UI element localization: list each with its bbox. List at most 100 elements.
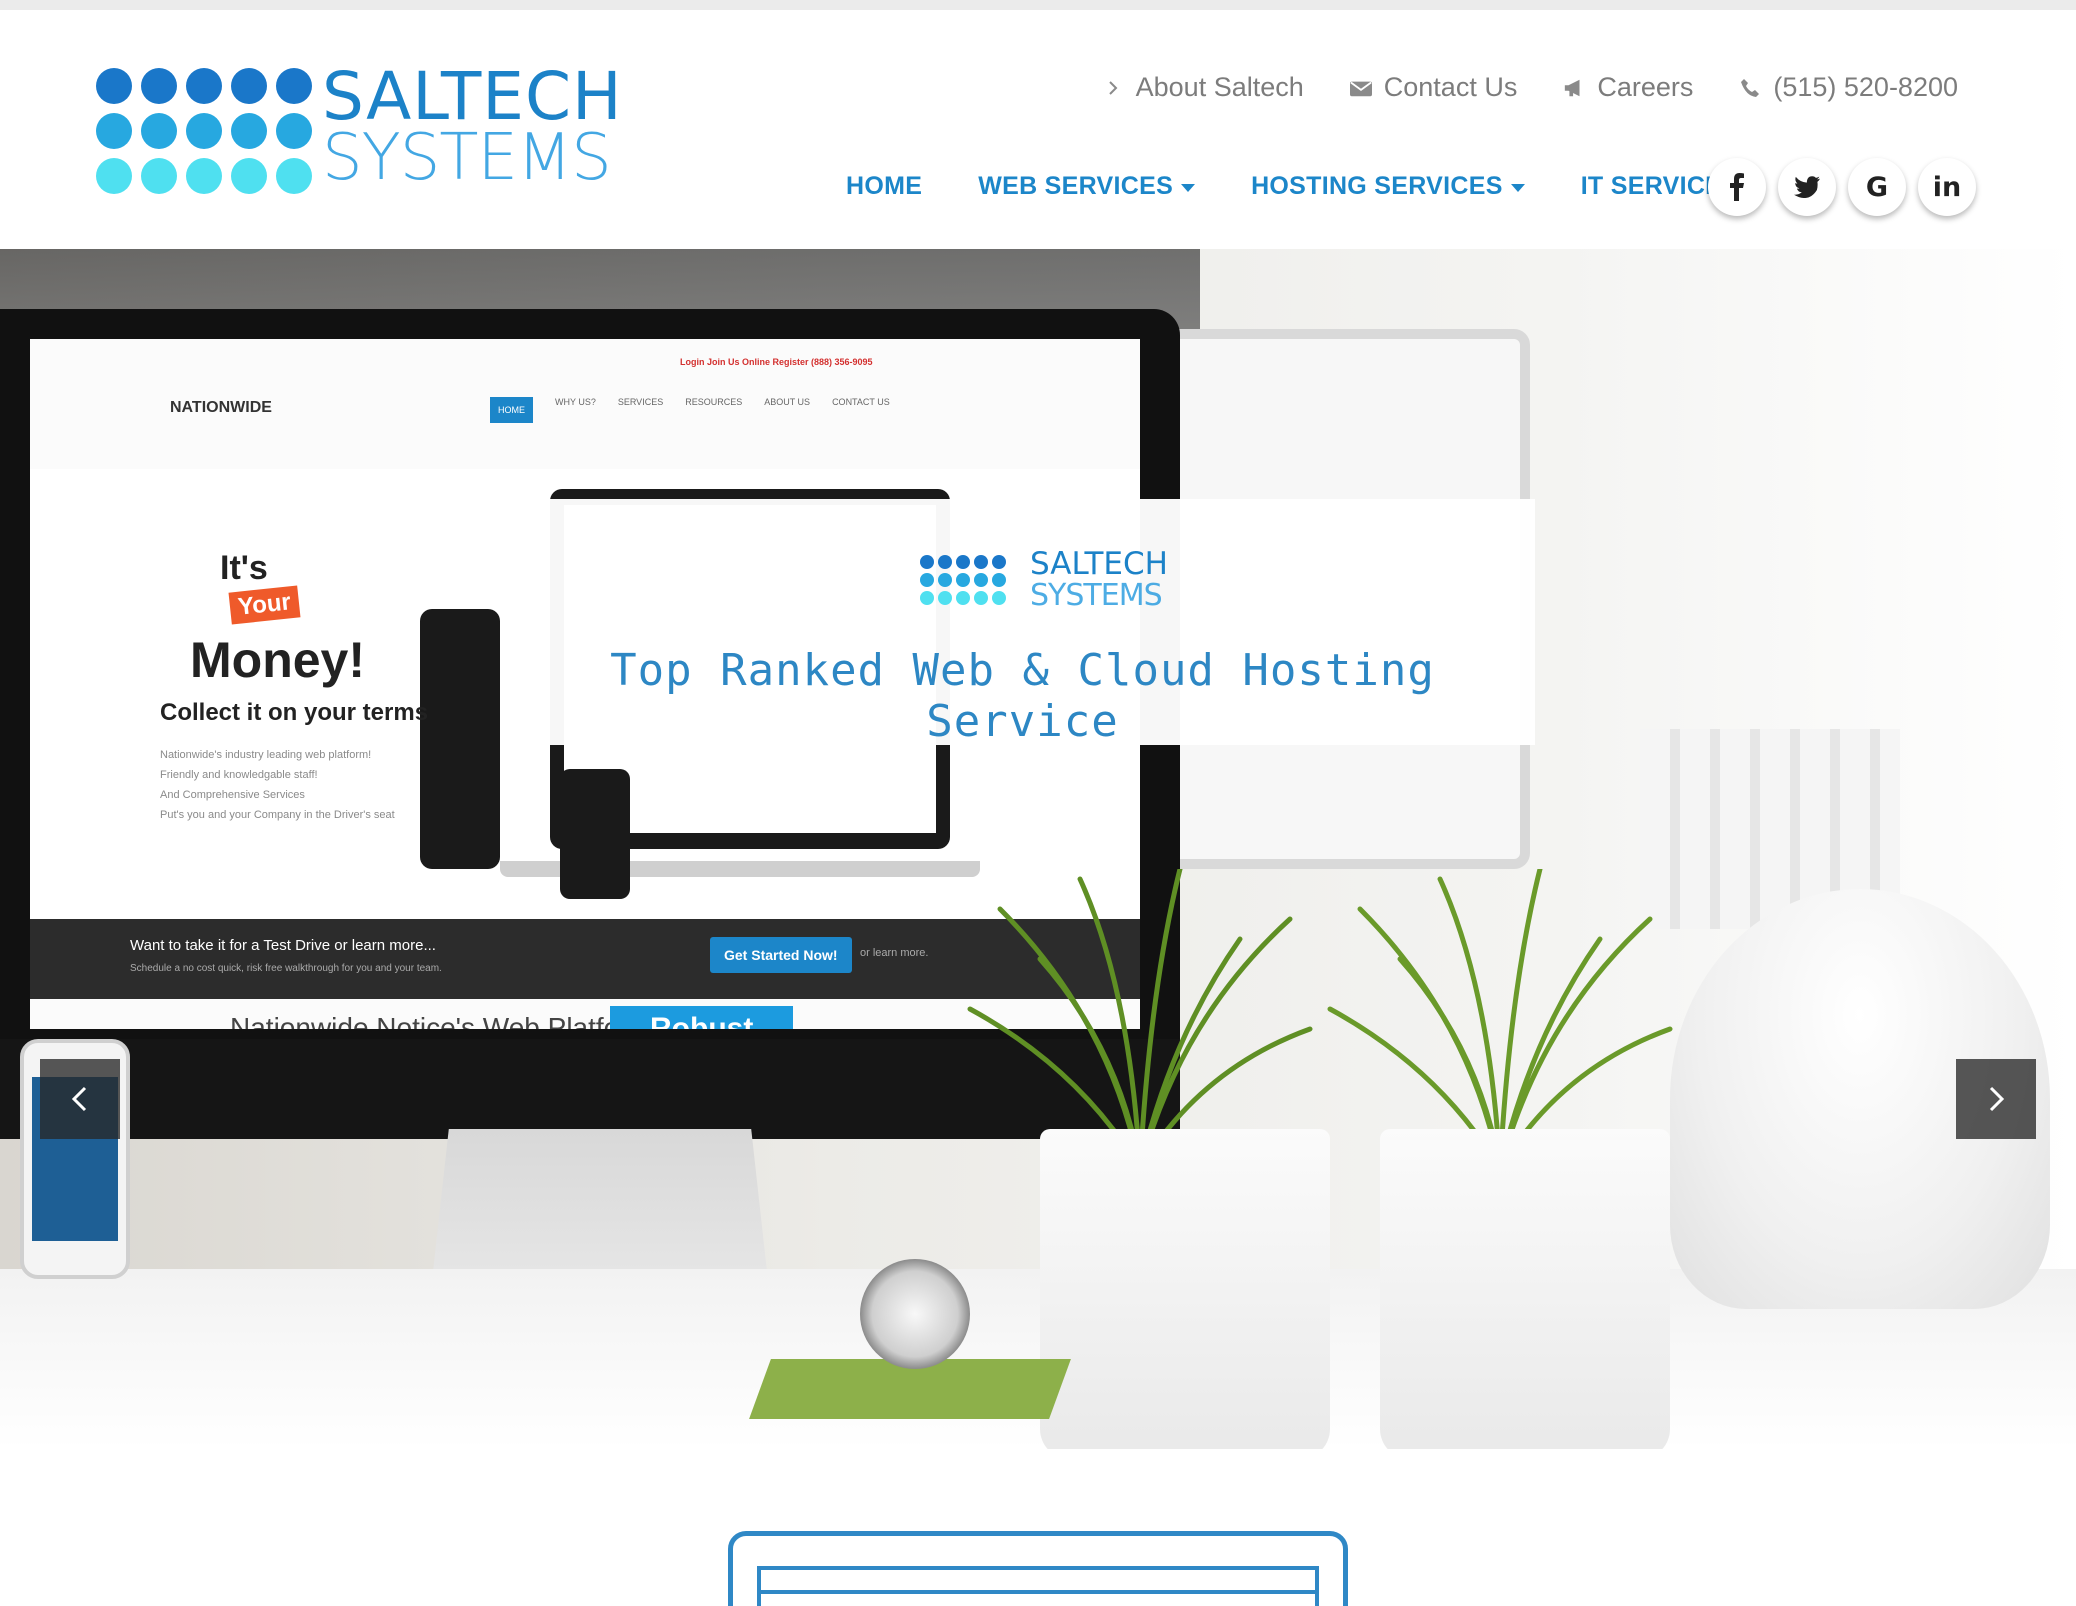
logo-dot [938,591,952,605]
logo-dot [276,158,312,194]
site-header: SALTECH SYSTEMS About Saltech Contact Us… [0,10,2076,249]
banner-logo: SALTECH SYSTEMS [920,546,1180,613]
banner-logo-systems: SYSTEMS [1030,578,1163,613]
screen-tablet [420,609,500,869]
carousel-next-button[interactable] [1956,1059,2036,1139]
chevron-left-icon [71,1086,87,1112]
phone-link[interactable]: (515) 520-8200 [1739,72,1958,103]
logo-dot [276,113,312,149]
banner-logo-dots [920,555,1020,611]
nav-hosting-services[interactable]: HOSTING SERVICES [1251,172,1525,201]
chevron-right-icon [1102,77,1124,99]
twitter-icon[interactable] [1778,158,1836,216]
careers-label: Careers [1597,72,1694,102]
screen-money: Money! [190,632,365,688]
nav-home[interactable]: HOME [846,172,922,201]
logo-dot [96,158,132,194]
contact-us-link[interactable]: Contact Us [1349,72,1518,103]
logo-dot [992,573,1006,587]
linkedin-icon[interactable]: in [1918,158,1976,216]
services-section [0,1449,2076,1606]
logo-dot [231,68,267,104]
screen-line: And Comprehensive Services [160,789,305,801]
logo-dot [956,591,970,605]
nav-hosting-services-label: HOSTING SERVICES [1251,172,1503,200]
logo-dot [938,555,952,569]
screen-collect: Collect it on your terms [160,699,429,726]
screen-test-drive: Want to take it for a Test Drive or lear… [130,937,436,954]
screen-feature-lines: Nationwide's industry leading web platfo… [160,745,395,825]
careers-link[interactable]: Careers [1563,72,1693,103]
logo-dot [276,68,312,104]
main-nav: HOME WEB SERVICES HOSTING SERVICES IT SE… [846,172,1795,201]
utility-nav: About Saltech Contact Us Careers (515) 5… [1102,72,1958,103]
screen-nav-item: WHY US? [555,397,596,407]
banner-logo-saltech: SALTECH [1030,546,1168,582]
logo-dots [96,68,316,198]
contact-us-label: Contact Us [1383,72,1518,102]
browser-top-strip [0,0,2076,10]
screen-learn-more: or learn more. [860,947,929,959]
google-glyph: G [1865,171,1889,203]
logo-dot [141,158,177,194]
screen-top-links: Login Join Us Online Register (888) 356-… [680,357,873,367]
logo-dot [974,591,988,605]
chevron-right-icon [1989,1086,2005,1112]
browser-window-icon [728,1531,1348,1606]
megaphone-icon [1563,77,1585,99]
screen-get-started: Get Started Now! [710,937,852,973]
plant-leaves-left [967,869,1313,1169]
nav-web-services[interactable]: WEB SERVICES [978,172,1196,201]
logo-dot [920,591,934,605]
logo-dot [956,573,970,587]
google-icon[interactable]: G [1848,158,1906,216]
facebook-icon[interactable] [1708,158,1766,216]
logo-dot [186,113,222,149]
phone-label: (515) 520-8200 [1773,72,1958,102]
screen-test-drive-sub: Schedule a no cost quick, risk free walk… [130,963,442,974]
screen-your: Your [228,585,301,625]
logo-dot [920,555,934,569]
envelope-icon [1349,77,1372,99]
logo-dot [974,555,988,569]
screen-its: It's [220,549,268,587]
logo-dot [186,68,222,104]
linkedin-glyph: in [1932,171,1962,203]
screen-line: Put's you and your Company in the Driver… [160,809,395,821]
carousel-prev-button[interactable] [40,1059,120,1139]
plant-pot-right [1380,1129,1670,1449]
logo-dot [974,573,988,587]
screen-nav-home: HOME [490,397,533,423]
screen-phone [560,769,630,899]
logo-dot [96,113,132,149]
logo-dot [141,113,177,149]
screen-line: Nationwide's industry leading web platfo… [160,749,372,761]
phone-icon [1739,77,1761,99]
logo-dot [920,573,934,587]
caret-down-icon [1181,183,1196,192]
screen-nav-item: ABOUT US [764,397,811,407]
nav-web-services-label: WEB SERVICES [978,172,1174,200]
logo-text-systems: SYSTEMS [322,121,612,195]
plant-pot-left [1040,1129,1330,1449]
screen-header: Login Join Us Online Register (888) 356-… [30,339,1140,439]
screen-line: Friendly and knowledgable staff! [160,769,318,781]
screen-nav-item: RESOURCES [685,397,743,407]
plant-leaves-right [1327,869,1673,1169]
screen-nav: HOME WHY US? SERVICES RESOURCES ABOUT US… [490,397,890,423]
logo-dot [956,555,970,569]
logo-dot [992,591,1006,605]
hero-carousel: Login Join Us Online Register (888) 356-… [0,249,2076,1449]
logo-dot [96,68,132,104]
hero-banner: SALTECH SYSTEMS Top Ranked Web & Cloud H… [510,499,1535,747]
logo-dot [141,68,177,104]
nav-home-label: HOME [846,172,923,200]
screen-logo: NATIONWIDE [170,399,272,416]
about-saltech-label: About Saltech [1135,72,1304,102]
social-links: G in [1708,158,1976,216]
screen-nav-item: SERVICES [617,397,664,407]
logo-dot [231,113,267,149]
about-saltech-link[interactable]: About Saltech [1102,72,1304,103]
logo-dot [938,573,952,587]
saltech-logo[interactable]: SALTECH SYSTEMS [96,64,622,208]
